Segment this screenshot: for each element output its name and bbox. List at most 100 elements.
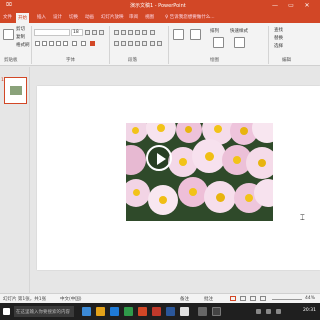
drawing-group-label: 绘图 <box>210 58 219 63</box>
tab-slideshow[interactable]: 幻灯片放映 <box>101 14 124 20</box>
select-button[interactable]: 选择 <box>274 43 283 49</box>
powerpoint-taskbar-icon[interactable] <box>138 307 147 316</box>
shapes-gallery-icon-2[interactable] <box>190 29 201 40</box>
format-painter-button[interactable]: 格式刷 <box>16 42 30 48</box>
zoom-level[interactable]: 44% <box>305 296 315 301</box>
tab-view[interactable]: 视图 <box>145 14 154 20</box>
slide-counter: 幻灯片 第1张，共1张 <box>3 297 47 302</box>
ribbon: 剪切 复制 格式刷 剪贴板 18 字体 段落 排列 快速样式 绘图 查找 替换 … <box>0 23 320 66</box>
divider <box>268 26 269 64</box>
font-size-select[interactable]: 18 <box>71 29 83 36</box>
text-direction-icon[interactable] <box>150 30 155 35</box>
comments-button[interactable]: 批注 <box>204 296 213 302</box>
close-button[interactable]: ✕ <box>302 1 312 10</box>
word-icon[interactable] <box>166 307 175 316</box>
file-explorer-icon[interactable] <box>96 307 105 316</box>
slide-sorter-icon[interactable] <box>240 296 246 301</box>
app-icon[interactable] <box>152 307 161 316</box>
app-icon-4[interactable] <box>212 307 221 316</box>
arrange-icon[interactable] <box>213 37 224 48</box>
find-button[interactable]: 查找 <box>274 27 283 33</box>
align-center-icon[interactable] <box>121 41 126 46</box>
arrange-button[interactable]: 排列 <box>210 28 219 34</box>
strikethrough-icon[interactable] <box>56 41 61 46</box>
paste-icon[interactable] <box>3 29 14 40</box>
divider <box>31 26 32 64</box>
system-clock[interactable]: 20:31 <box>303 308 316 313</box>
copy-button[interactable]: 复制 <box>16 34 25 40</box>
mouse-cursor: ⌶ <box>300 213 305 222</box>
tab-file[interactable]: 文件 <box>3 14 12 20</box>
notes-button[interactable]: 备注 <box>180 296 189 302</box>
network-icon[interactable] <box>256 309 261 314</box>
normal-view-icon[interactable] <box>230 296 236 301</box>
volume-icon[interactable] <box>266 309 271 314</box>
tab-review[interactable]: 审阅 <box>129 14 138 20</box>
cut-button[interactable]: 剪切 <box>16 26 25 32</box>
tab-animations[interactable]: 动画 <box>85 14 94 20</box>
editing-group-label: 编辑 <box>282 58 291 63</box>
font-color-icon[interactable] <box>90 41 95 46</box>
increase-indent-icon[interactable] <box>135 30 140 35</box>
task-view-icon[interactable] <box>82 307 91 316</box>
shadow-icon[interactable] <box>63 41 68 46</box>
tab-insert[interactable]: 插入 <box>37 14 46 20</box>
slideshow-icon[interactable] <box>260 296 266 301</box>
grow-font-icon[interactable] <box>85 30 90 35</box>
save-icon[interactable]: ⌧ <box>6 2 12 8</box>
taskbar: 在这里输入你要搜索的内容 20:31 <box>0 303 320 320</box>
zoom-slider[interactable] <box>272 299 302 300</box>
ime-icon[interactable] <box>276 309 281 314</box>
reading-view-icon[interactable] <box>250 296 256 301</box>
font-group-label: 字体 <box>66 58 75 63</box>
align-left-icon[interactable] <box>114 41 119 46</box>
app-icon-2[interactable] <box>180 307 189 316</box>
restore-button[interactable]: ▭ <box>286 1 296 10</box>
windows-start-icon[interactable] <box>3 308 10 315</box>
bold-icon[interactable] <box>35 41 40 46</box>
edge-icon[interactable] <box>110 307 119 316</box>
replace-button[interactable]: 替换 <box>274 35 283 41</box>
video-thumbnail[interactable] <box>126 123 273 221</box>
divider <box>109 26 110 64</box>
paragraph-group-label: 段落 <box>128 58 137 63</box>
taskbar-search-input[interactable]: 在这里输入你要搜索的内容 <box>14 306 74 317</box>
title-bar: ⌧ 演示文稿1 - PowerPoint — ▭ ✕ <box>0 0 320 12</box>
tell-me-search[interactable]: ♀ 告诉我您想要做什么... <box>165 14 215 20</box>
shapes-gallery-icon[interactable] <box>173 29 184 40</box>
divider <box>168 26 169 64</box>
clipboard-group-label: 剪贴板 <box>4 58 18 63</box>
play-icon[interactable] <box>146 145 172 171</box>
minimize-button[interactable]: — <box>270 1 280 10</box>
font-name-select[interactable] <box>34 29 70 36</box>
line-spacing-icon[interactable] <box>142 30 147 35</box>
quick-styles-button[interactable]: 快速样式 <box>230 28 248 34</box>
store-icon[interactable] <box>124 307 133 316</box>
tab-home[interactable]: 开始 <box>16 13 29 23</box>
quick-styles-icon[interactable] <box>234 37 245 48</box>
slide-thumbnail-pane: 1 <box>0 67 30 293</box>
language-indicator[interactable]: 中文(中国) <box>60 296 82 302</box>
justify-icon[interactable] <box>135 41 140 46</box>
underline-icon[interactable] <box>49 41 54 46</box>
shrink-font-icon[interactable] <box>92 30 97 35</box>
bullets-icon[interactable] <box>114 30 119 35</box>
clear-format-icon[interactable] <box>99 30 104 35</box>
smartart-icon[interactable] <box>157 41 162 46</box>
tab-design[interactable]: 设计 <box>53 14 62 20</box>
char-spacing-icon[interactable] <box>72 41 77 46</box>
status-bar: 幻灯片 第1张，共1张 中文(中国) 备注 批注 44% <box>0 293 320 303</box>
thumbnail-image <box>10 86 22 95</box>
numbering-icon[interactable] <box>121 30 126 35</box>
ribbon-tabs: 文件 开始 插入 设计 切换 动画 幻灯片放映 审阅 视图 ♀ 告诉我您想要做什… <box>0 12 320 23</box>
align-text-icon[interactable] <box>150 41 155 46</box>
decrease-indent-icon[interactable] <box>128 30 133 35</box>
tab-transitions[interactable]: 切换 <box>69 14 78 20</box>
columns-icon[interactable] <box>142 41 147 46</box>
slide-thumbnail[interactable] <box>4 77 27 104</box>
align-right-icon[interactable] <box>128 41 133 46</box>
italic-icon[interactable] <box>42 41 47 46</box>
window-title: 演示文稿1 - PowerPoint <box>130 3 186 9</box>
app-icon-3[interactable] <box>198 307 207 316</box>
change-case-icon[interactable] <box>81 41 86 46</box>
